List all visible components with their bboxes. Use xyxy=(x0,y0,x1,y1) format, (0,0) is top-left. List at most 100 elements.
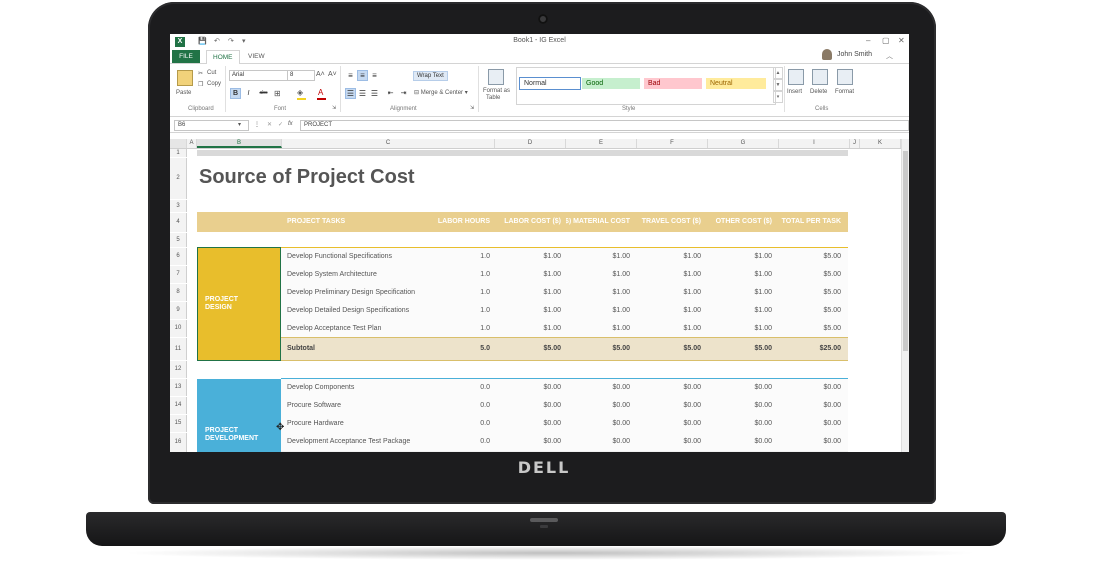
row-header[interactable]: 16 xyxy=(170,433,187,452)
design-labor-cost-cell[interactable]: $1.00 xyxy=(495,307,561,314)
close-button[interactable]: ✕ xyxy=(898,36,905,45)
development-other-cost-cell[interactable]: $0.00 xyxy=(708,402,772,409)
row-header[interactable]: 7 xyxy=(170,266,187,283)
row-header[interactable]: 4 xyxy=(170,213,187,232)
design-other-cost-cell[interactable]: $1.00 xyxy=(708,307,772,314)
format-as-table-line2[interactable]: Table xyxy=(486,95,500,101)
design-material-cost-cell[interactable]: $1.00 xyxy=(566,325,630,332)
row-header[interactable]: 12 xyxy=(170,361,187,378)
development-labor-cost-cell[interactable]: $0.00 xyxy=(495,438,561,445)
design-travel-cost-cell[interactable]: $1.00 xyxy=(637,253,701,260)
design-other-cost-cell[interactable]: $1.00 xyxy=(708,253,772,260)
development-labor-cost-cell[interactable]: $0.00 xyxy=(495,384,561,391)
design-labor-hours-cell[interactable]: 1.0 xyxy=(432,307,490,314)
design-material-cost-cell[interactable]: $1.00 xyxy=(566,289,630,296)
format-cells-icon[interactable] xyxy=(837,69,853,85)
design-other-cost-cell[interactable]: $1.00 xyxy=(708,271,772,278)
row-header[interactable]: 15 xyxy=(170,415,187,432)
row-header[interactable]: 11 xyxy=(170,338,187,360)
design-task-cell[interactable]: Develop Acceptance Test Plan xyxy=(287,325,381,332)
development-labor-cost-cell[interactable]: $0.00 xyxy=(495,420,561,427)
user-name[interactable]: John Smith xyxy=(837,51,872,58)
insert-button[interactable]: Insert xyxy=(787,89,802,95)
row-header[interactable]: 5 xyxy=(170,233,187,247)
decrease-indent-icon[interactable]: ⇤ xyxy=(385,88,396,99)
font-dialog-launcher-icon[interactable]: ⇲ xyxy=(332,105,336,111)
development-material-cost-cell[interactable]: $0.00 xyxy=(566,402,630,409)
design-total-cell[interactable]: $5.00 xyxy=(779,253,841,260)
development-other-cost-cell[interactable]: $0.00 xyxy=(708,384,772,391)
cancel-entry-icon[interactable]: ✕ xyxy=(267,121,272,128)
align-right-icon[interactable]: ☰ xyxy=(369,88,380,99)
copy-icon[interactable]: ❐ xyxy=(198,81,203,88)
development-labor-hours-cell[interactable]: 0.0 xyxy=(432,402,490,409)
design-travel-cost-cell[interactable]: $1.00 xyxy=(637,289,701,296)
italic-button[interactable]: I xyxy=(243,88,254,99)
development-labor-hours-cell[interactable]: 0.0 xyxy=(432,420,490,427)
border-icon[interactable]: ⊞ xyxy=(274,89,281,98)
development-travel-cost-cell[interactable]: $0.00 xyxy=(637,384,701,391)
paste-button[interactable]: Paste xyxy=(176,90,191,96)
design-labor-cost-cell[interactable]: $1.00 xyxy=(495,253,561,260)
development-task-cell[interactable]: Procure Software xyxy=(287,402,341,409)
development-labor-cost-cell[interactable]: $0.00 xyxy=(495,402,561,409)
tab-view[interactable]: VIEW xyxy=(242,50,271,63)
row-header[interactable]: 14 xyxy=(170,397,187,414)
development-travel-cost-cell[interactable]: $0.00 xyxy=(637,438,701,445)
align-center-icon[interactable]: ☰ xyxy=(357,88,368,99)
merge-center-button[interactable]: ⊟ Merge & Center ▾ xyxy=(414,89,468,96)
copy-button[interactable]: Copy xyxy=(207,81,221,87)
align-left-icon[interactable]: ☰ xyxy=(345,88,356,99)
ribbon-collapse-icon[interactable]: ︿ xyxy=(886,51,893,61)
development-travel-cost-cell[interactable]: $0.00 xyxy=(637,402,701,409)
design-material-cost-cell[interactable]: $1.00 xyxy=(566,271,630,278)
font-size-select[interactable]: 8 xyxy=(287,70,315,81)
insert-cells-icon[interactable] xyxy=(788,69,804,85)
style-bad[interactable]: Bad xyxy=(644,78,702,89)
design-task-cell[interactable]: Develop Preliminary Design Specification xyxy=(287,289,415,296)
wrap-text-button[interactable]: Wrap Text xyxy=(413,71,448,81)
bold-button[interactable]: B xyxy=(230,88,241,99)
design-material-cost-cell[interactable]: $1.00 xyxy=(566,253,630,260)
development-task-cell[interactable]: Develop Components xyxy=(287,384,354,391)
styles-scroll-up-icon[interactable]: ▲ xyxy=(773,67,783,79)
alignment-dialog-launcher-icon[interactable]: ⇲ xyxy=(470,105,474,111)
styles-more-icon[interactable]: ▾ xyxy=(773,91,783,103)
user-avatar[interactable] xyxy=(822,49,832,60)
restore-button[interactable]: ▢ xyxy=(882,36,890,45)
name-box-dropdown-icon[interactable]: ▾ xyxy=(238,121,241,128)
delete-cells-icon[interactable] xyxy=(812,69,828,85)
vertical-scrollbar[interactable] xyxy=(901,139,909,452)
development-material-cost-cell[interactable]: $0.00 xyxy=(566,438,630,445)
insert-function-icon[interactable]: fx xyxy=(288,121,293,127)
row-header[interactable]: 2 xyxy=(170,158,187,199)
font-name-select[interactable]: Arial xyxy=(229,70,288,81)
design-task-cell[interactable]: Develop System Architecture xyxy=(287,271,377,278)
design-labor-hours-cell[interactable]: 1.0 xyxy=(432,289,490,296)
row-header[interactable]: 6 xyxy=(170,248,187,265)
development-task-cell[interactable]: Procure Hardware xyxy=(287,420,344,427)
design-travel-cost-cell[interactable]: $1.00 xyxy=(637,307,701,314)
formula-options-icon[interactable]: ⋮ xyxy=(254,121,260,128)
formula-input[interactable]: PROJECT xyxy=(300,120,909,131)
row-header[interactable]: 3 xyxy=(170,200,187,212)
align-middle-icon[interactable]: ≡ xyxy=(357,70,368,81)
row-header[interactable]: 8 xyxy=(170,284,187,301)
development-total-cell[interactable]: $0.00 xyxy=(779,402,841,409)
cut-button[interactable]: Cut xyxy=(207,70,216,76)
column-header[interactable]: G xyxy=(708,139,779,148)
design-labor-hours-cell[interactable]: 1.0 xyxy=(432,253,490,260)
design-labor-cost-cell[interactable]: $1.00 xyxy=(495,325,561,332)
style-neutral[interactable]: Neutral xyxy=(706,78,766,89)
style-normal[interactable]: Normal xyxy=(519,77,581,90)
format-button[interactable]: Format xyxy=(835,89,854,95)
design-travel-cost-cell[interactable]: $1.00 xyxy=(637,325,701,332)
row-header[interactable]: 13 xyxy=(170,379,187,396)
style-good[interactable]: Good xyxy=(582,78,640,89)
development-other-cost-cell[interactable]: $0.00 xyxy=(708,420,772,427)
vertical-scrollbar-thumb[interactable] xyxy=(903,151,908,351)
development-total-cell[interactable]: $0.00 xyxy=(779,420,841,427)
design-labor-cost-cell[interactable]: $1.00 xyxy=(495,289,561,296)
design-total-cell[interactable]: $5.00 xyxy=(779,307,841,314)
design-task-cell[interactable]: Develop Detailed Design Specifications xyxy=(287,307,409,314)
